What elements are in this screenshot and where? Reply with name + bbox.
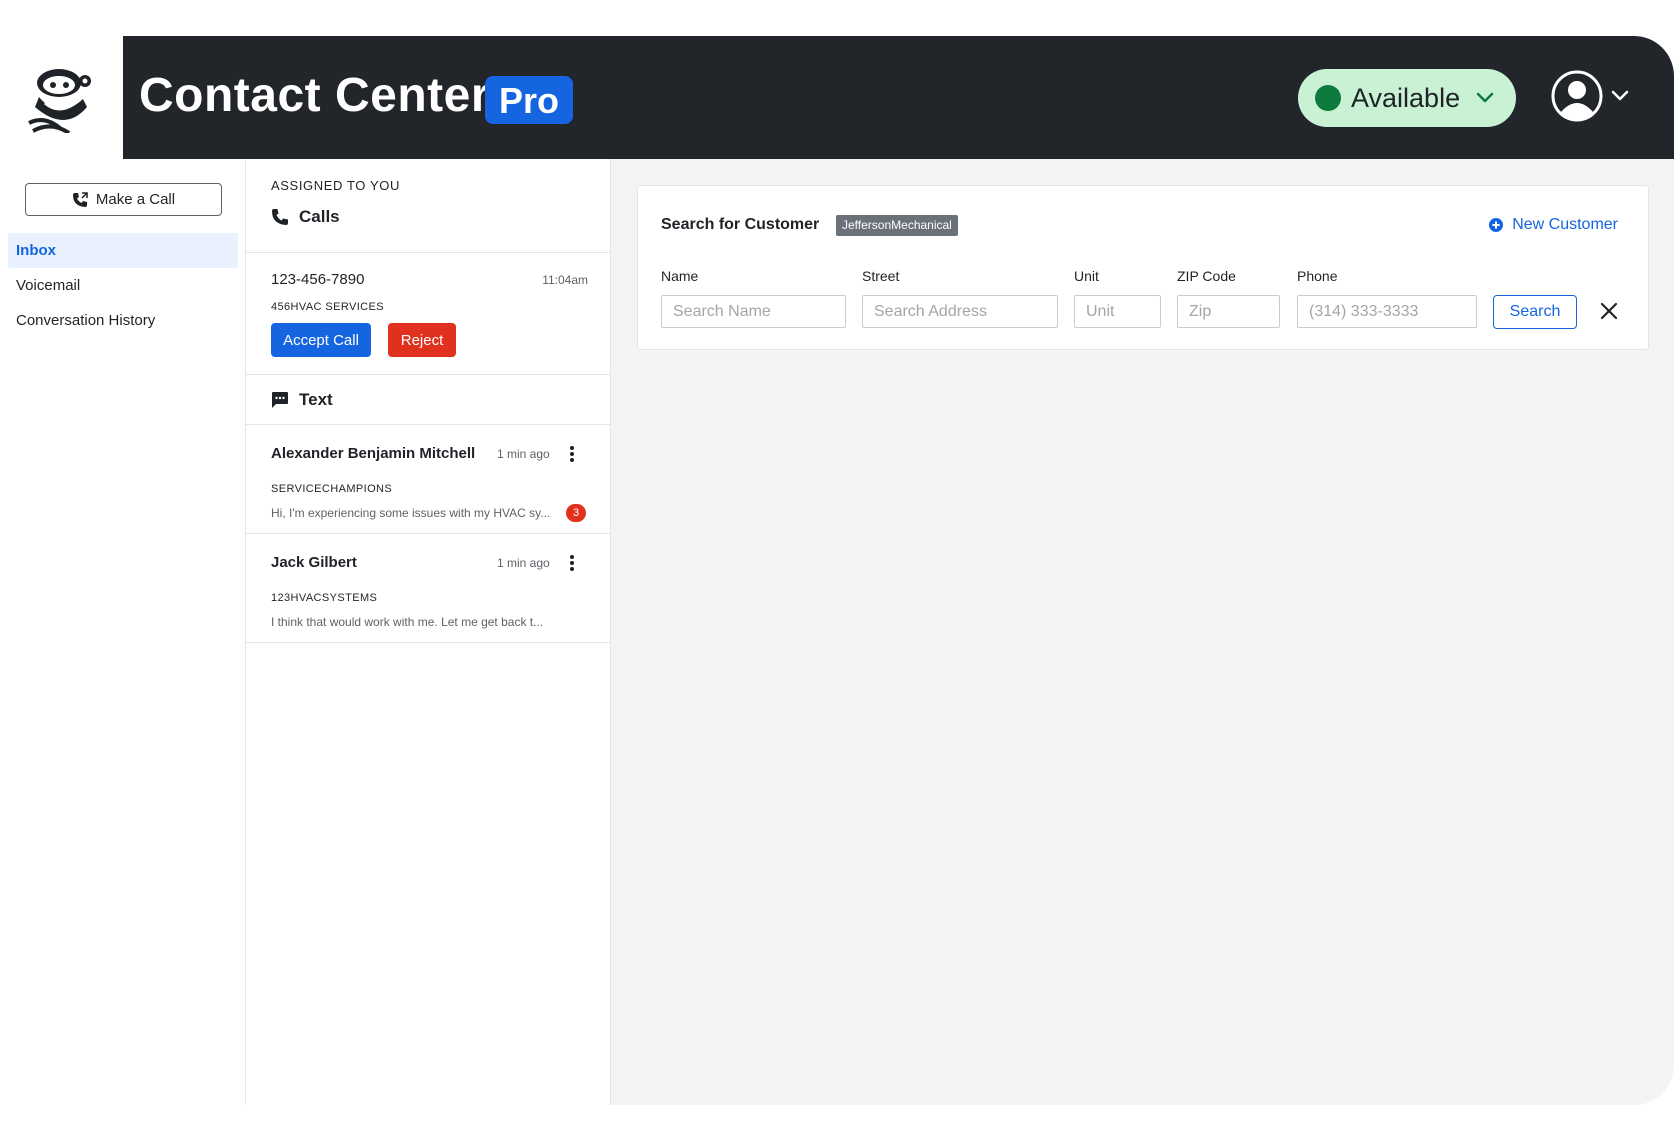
sidebar-nav: Inbox Voicemail Conversation History [8, 233, 238, 338]
message-time: 1 min ago [497, 447, 550, 461]
accept-call-button[interactable]: Accept Call [271, 323, 371, 357]
text-heading: Text [299, 390, 333, 409]
sidebar: Make a Call Inbox Voicemail Conversation… [0, 159, 246, 1105]
inbox-panel: ASSIGNED TO YOU Calls 123-456-7890 11:04… [246, 159, 611, 1105]
phone-icon [272, 209, 288, 225]
street-label: Street [862, 268, 900, 284]
divider [246, 642, 611, 643]
calls-section-header: Calls [271, 207, 340, 227]
text-conversation-item[interactable]: Jack Gilbert 1 min ago 123HVACSYSTEMS I … [246, 534, 611, 642]
more-options-icon[interactable] [569, 554, 575, 572]
contact-company: SERVICECHAMPIONS [271, 483, 393, 495]
assigned-label: ASSIGNED TO YOU [271, 178, 400, 193]
sidebar-item-conversation-history[interactable]: Conversation History [8, 303, 238, 338]
new-customer-link[interactable]: New Customer [1488, 216, 1618, 234]
status-label: Available [1351, 82, 1461, 113]
search-title: Search for Customer [661, 216, 820, 233]
edition-badge: Pro [485, 76, 574, 124]
zip-label: ZIP Code [1177, 268, 1236, 284]
message-icon [272, 392, 288, 408]
close-icon[interactable] [1600, 302, 1618, 320]
header-bar: Contact Center Pro Available [123, 36, 1674, 159]
make-call-label: Make a Call [95, 191, 176, 208]
more-options-icon[interactable] [569, 445, 575, 463]
new-customer-label: New Customer [1512, 216, 1618, 233]
sidebar-item-inbox[interactable]: Inbox [8, 233, 238, 268]
sidebar-item-voicemail[interactable]: Voicemail [8, 268, 238, 303]
user-menu[interactable] [1551, 70, 1629, 122]
unit-search-input[interactable] [1074, 295, 1161, 328]
status-dot-icon [1315, 85, 1341, 111]
chevron-down-icon [1611, 90, 1629, 101]
text-conversation-item[interactable]: Alexander Benjamin Mitchell 1 min ago SE… [246, 425, 611, 533]
phone-label: Phone [1297, 268, 1338, 284]
app-header: Contact Center Pro Available [0, 36, 1674, 159]
call-number: 123-456-7890 [271, 271, 365, 288]
phone-search-input[interactable] [1297, 295, 1477, 328]
add-circle-icon [1489, 218, 1504, 232]
unit-label: Unit [1074, 268, 1099, 284]
availability-status-dropdown[interactable]: Available [1298, 69, 1516, 127]
call-company: 456HVAC SERVICES [271, 301, 384, 313]
customer-search-card: Search for Customer JeffersonMechanical … [637, 185, 1649, 350]
name-search-input[interactable] [661, 295, 846, 328]
make-call-button[interactable]: Make a Call [25, 183, 222, 216]
text-section-header: Text [271, 390, 333, 410]
incoming-call-card: 123-456-7890 11:04am 456HVAC SERVICES Ac… [246, 253, 611, 374]
reject-call-button[interactable]: Reject [388, 323, 456, 357]
phone-outgoing-icon [72, 191, 88, 207]
zip-search-input[interactable] [1177, 295, 1280, 328]
search-button[interactable]: Search [1493, 295, 1577, 329]
message-time: 1 min ago [497, 556, 550, 570]
message-preview: Hi, I'm experiencing some issues with my… [271, 506, 551, 520]
divider [246, 374, 611, 375]
app-title: Contact Center [139, 69, 491, 122]
calls-heading: Calls [299, 207, 340, 226]
contact-name: Alexander Benjamin Mitchell [271, 445, 476, 462]
user-avatar-icon [1551, 70, 1603, 122]
street-search-input[interactable] [862, 295, 1058, 328]
brand-logo [0, 36, 123, 159]
contact-company: 123HVACSYSTEMS [271, 592, 378, 604]
unread-count-badge: 3 [566, 504, 586, 522]
tenant-badge: JeffersonMechanical [836, 215, 958, 236]
main-content: Search for Customer JeffersonMechanical … [611, 159, 1674, 1105]
call-time: 11:04am [542, 273, 588, 287]
mascot-logo-icon [27, 68, 91, 133]
contact-name: Jack Gilbert [271, 554, 357, 571]
name-label: Name [661, 268, 699, 284]
message-preview: I think that would work with me. Let me … [271, 615, 544, 629]
chevron-down-icon [1476, 92, 1494, 103]
